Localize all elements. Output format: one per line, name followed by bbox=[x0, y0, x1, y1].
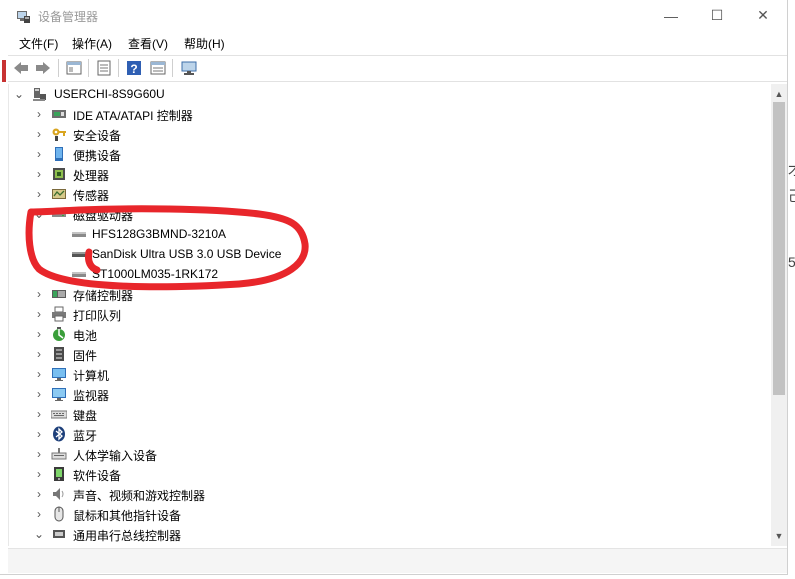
scroll-thumb[interactable] bbox=[773, 102, 785, 395]
forward-icon[interactable] bbox=[34, 59, 52, 77]
toolbar-separator bbox=[88, 59, 89, 77]
scroll-down-icon[interactable]: ▼ bbox=[771, 528, 787, 544]
monitor-scan-icon[interactable] bbox=[180, 59, 198, 77]
menu-view[interactable]: 查看(V) bbox=[128, 35, 168, 52]
background-window-fragment: 己 bbox=[788, 186, 795, 206]
menu-bar: 文件(F) 操作(A) 查看(V) 帮助(H) bbox=[0, 32, 787, 52]
show-hide-console-tree-icon[interactable] bbox=[65, 59, 83, 77]
menu-action[interactable]: 操作(A) bbox=[72, 35, 112, 52]
view-icon[interactable] bbox=[149, 59, 167, 77]
close-button[interactable]: ✕ bbox=[740, 0, 786, 31]
status-bar bbox=[8, 548, 787, 573]
toolbar-separator bbox=[118, 59, 119, 77]
maximize-button[interactable]: ☐ bbox=[694, 0, 740, 31]
back-icon[interactable] bbox=[12, 59, 30, 77]
left-edge-marker bbox=[2, 60, 6, 82]
background-window-fragment: 才 bbox=[788, 160, 795, 180]
vertical-scrollbar[interactable]: ▲ ▼ bbox=[771, 84, 787, 546]
device-manager-app-icon bbox=[15, 8, 31, 24]
window-title: 设备管理器 bbox=[38, 10, 99, 24]
minimize-button[interactable]: — bbox=[648, 0, 694, 31]
title-bar[interactable]: 设备管理器 — ☐ ✕ bbox=[0, 0, 787, 31]
background-window-fragment: 5 bbox=[788, 254, 795, 270]
device-manager-window: 设备管理器 — ☐ ✕ 文件(F) 操作(A) 查看(V) 帮助(H) ? ⌄ … bbox=[0, 0, 788, 575]
menu-file[interactable]: 文件(F) bbox=[19, 35, 58, 52]
device-tree[interactable]: ⌄ USERCHI-8S9G60U › IDE ATA/ATAPI 控制器 › … bbox=[8, 84, 772, 546]
toolbar: ? bbox=[8, 55, 787, 82]
help-icon[interactable]: ? bbox=[125, 59, 143, 77]
toolbar-separator bbox=[58, 59, 59, 77]
scroll-up-icon[interactable]: ▲ bbox=[771, 86, 787, 102]
menu-help[interactable]: 帮助(H) bbox=[184, 35, 225, 52]
toolbar-separator bbox=[172, 59, 173, 77]
properties-icon[interactable] bbox=[95, 59, 113, 77]
red-annotation-circle bbox=[25, 205, 309, 291]
svg-text:?: ? bbox=[130, 62, 137, 76]
